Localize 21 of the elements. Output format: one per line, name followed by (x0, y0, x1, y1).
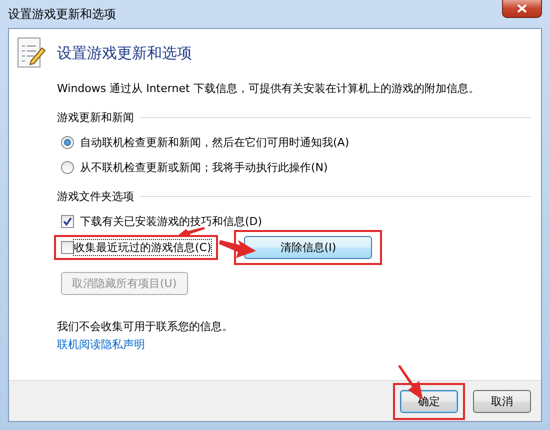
clear-info-button[interactable]: 清除信息(I) (244, 236, 372, 259)
cancel-button[interactable]: 取消 (473, 390, 531, 412)
dialog-heading: 设置游戏更新和选项 (57, 44, 192, 62)
group-heading: 游戏更新和新闻 (57, 110, 134, 125)
document-pencil-icon (17, 37, 47, 69)
option-label: 收集最近玩过的游戏信息(C) (74, 240, 212, 255)
description-text: Windows 通过从 Internet 下载信息，可提供有关安装在计算机上的游戏的附加信息。 (57, 81, 480, 96)
privacy-link[interactable]: 联机阅读隐私声明 (57, 337, 531, 352)
radio-button[interactable] (61, 136, 74, 149)
option-label: 从不联机检查更新或新闻；我将手动执行此操作(N) (80, 160, 328, 175)
window-title: 设置游戏更新和选项 (8, 6, 116, 22)
radio-button[interactable] (61, 161, 74, 174)
privacy-note: 我们不会收集可用于联系您的信息。 (57, 319, 234, 334)
checkbox[interactable] (61, 215, 74, 228)
close-button[interactable] (502, 0, 542, 18)
option-label: 自动联机检查更新和新闻，然后在它们可用时通知我(A) (80, 135, 350, 150)
checkbox[interactable] (61, 241, 74, 254)
option-label: 下载有关已安装游戏的技巧和信息(D) (80, 214, 262, 229)
close-icon (517, 4, 527, 13)
ok-button[interactable]: 确定 (400, 390, 458, 412)
group-heading: 游戏文件夹选项 (57, 189, 134, 204)
